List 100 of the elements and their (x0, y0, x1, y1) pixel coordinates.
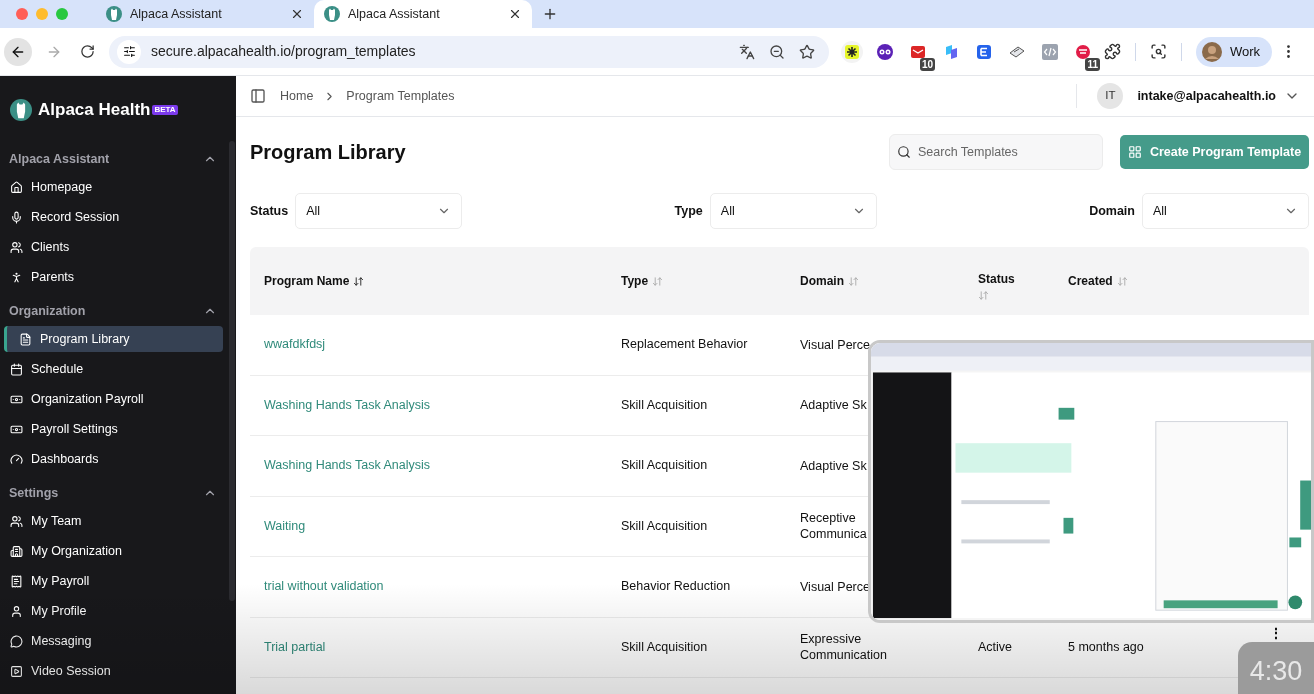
section-header[interactable]: Settings (4, 478, 223, 508)
notification-badge: 11 (1085, 57, 1100, 71)
profile-button[interactable]: Work (1196, 36, 1273, 67)
domain-cell-text: Expressive Communication (800, 631, 888, 664)
sidebar-item[interactable]: Dashboards (4, 446, 223, 472)
sidebar-item[interactable]: Organization Payroll (4, 386, 223, 412)
building-icon (10, 544, 23, 558)
new-tab-icon[interactable] (542, 6, 558, 22)
breadcrumb-link[interactable]: Program Templates (346, 86, 455, 106)
page-title: Program Library (250, 140, 407, 165)
alpaca-icon (324, 6, 340, 22)
list-extension-icon[interactable] (976, 43, 992, 60)
brand-name: Alpaca Health (38, 99, 151, 122)
sidebar-item[interactable]: Payroll Settings (4, 416, 223, 442)
address-bar[interactable]: secure.alpacahealth.io/program_templates (109, 35, 829, 68)
owl-extension-icon[interactable] (876, 42, 894, 61)
program-name-link[interactable]: Washing Hands Task Analysis (264, 456, 621, 476)
domain-cell-text: Visual Perce (800, 578, 871, 595)
user-email[interactable]: intake@alpacahealth.io (1137, 86, 1276, 106)
sidebar-item[interactable]: Messaging (4, 628, 223, 654)
created-cell-text: 5 months ago (1068, 638, 1145, 656)
row-menu-button[interactable]: ⋮ (1269, 617, 1309, 640)
domain-cell-text: Adaptive Sk (800, 397, 868, 414)
receipt-icon (10, 574, 23, 588)
type-cell-text: Skill Acquisition (621, 517, 709, 535)
alpaca-icon (106, 6, 122, 22)
column-header[interactable]: Status (978, 261, 1068, 301)
people-icon (10, 514, 23, 528)
type-cell-text: Skill Acquisition (621, 638, 709, 656)
asterisk-extension-icon[interactable] (841, 40, 863, 63)
filter-select[interactable]: All (295, 193, 463, 229)
search-tab-icon[interactable] (1150, 43, 1167, 60)
section-header[interactable]: Alpaca Assistant (4, 144, 223, 174)
user-avatar[interactable]: IT (1097, 83, 1124, 109)
column-header[interactable]: Type (621, 272, 800, 290)
section-header[interactable]: Organization (4, 296, 223, 326)
status-cell-text: Active (978, 638, 1014, 656)
site-settings-icon[interactable] (122, 45, 136, 58)
sidebar-toggle-icon[interactable] (250, 88, 266, 104)
domain-cell-text: Visual Perce (800, 336, 871, 353)
filter-select[interactable]: All (1142, 193, 1309, 229)
sidebar-item[interactable]: My Organization (4, 538, 223, 564)
sidebar-item[interactable]: Homepage (4, 174, 223, 200)
sidebar-item[interactable]: Video Session (4, 658, 223, 684)
video-timestamp: 4:30 (1238, 642, 1314, 694)
alpaca-logo (10, 99, 32, 121)
program-name-link[interactable]: wwafdkfdsj (264, 335, 621, 355)
star-icon[interactable] (799, 43, 815, 60)
breadcrumb-link[interactable]: Home (280, 86, 314, 106)
person-icon (10, 604, 23, 618)
translate-icon[interactable] (739, 43, 755, 60)
filter-label: Type (674, 202, 703, 220)
sidebar-item[interactable]: My Team (4, 508, 223, 534)
reload-icon[interactable] (80, 44, 95, 59)
person-icon (10, 270, 23, 284)
sidebar-item[interactable]: My Profile (4, 598, 223, 624)
back-button[interactable] (4, 37, 32, 66)
mail-extension-icon[interactable] (910, 43, 926, 60)
sort-icon[interactable] (353, 275, 365, 287)
beta-badge: BETA (152, 105, 178, 115)
filter-label: Status (250, 202, 289, 220)
filter-select[interactable]: All (709, 193, 877, 229)
close-icon[interactable] (508, 7, 522, 21)
type-cell-text: Behavior Reduction (621, 578, 732, 596)
url-text: secure.alpacahealth.io/program_templates (151, 42, 417, 61)
browser-tab[interactable]: Alpaca Assistant (314, 0, 532, 28)
avatar-icon (1202, 41, 1222, 62)
type-cell-text: Replacement Behavior (621, 336, 749, 354)
program-name-link[interactable]: Waiting (264, 516, 621, 536)
program-name-link[interactable]: trial without validation (264, 577, 621, 597)
program-name-link[interactable]: Washing Hands Task Analysis (264, 395, 621, 415)
column-header[interactable]: Program Name (264, 272, 621, 290)
domain-cell-text: Receptive Communica (800, 510, 868, 543)
zoom-icon[interactable] (769, 43, 785, 60)
notification-badge: 10 (919, 57, 935, 71)
sidebar-item[interactable]: Parents (4, 264, 223, 290)
column-header[interactable]: Created (1068, 272, 1309, 290)
search-field[interactable]: Search Templates (889, 134, 1103, 170)
type-cell-text: Skill Acquisition (621, 457, 709, 475)
close-icon[interactable] (290, 7, 304, 21)
people-icon (10, 240, 23, 254)
program-name-link[interactable]: Trial partial (264, 637, 621, 657)
sidebar-item[interactable]: My Payroll (4, 568, 223, 594)
microphone-icon (10, 210, 23, 224)
calendar-icon (10, 362, 23, 376)
sidebar-item[interactable]: Schedule (4, 356, 223, 382)
sidebar-item[interactable]: Record Session (4, 204, 223, 230)
ring-extension-icon[interactable] (1075, 43, 1091, 60)
play-icon (10, 664, 23, 678)
grid-plus-icon (1127, 145, 1142, 159)
puzzle-icon[interactable] (1104, 43, 1121, 60)
sidebar-item[interactable]: Clients (4, 234, 223, 260)
search-icon (897, 145, 911, 159)
column-header[interactable]: Domain (800, 272, 978, 290)
domain-cell-text: Adaptive Sk (800, 457, 868, 474)
gauge-icon (10, 452, 23, 466)
wing-extension-icon[interactable] (943, 43, 959, 60)
chat-bubble-icon (10, 634, 23, 648)
sidebar-item[interactable]: Program Library (4, 326, 223, 352)
browser-tab[interactable]: Alpaca Assistant (96, 0, 314, 28)
